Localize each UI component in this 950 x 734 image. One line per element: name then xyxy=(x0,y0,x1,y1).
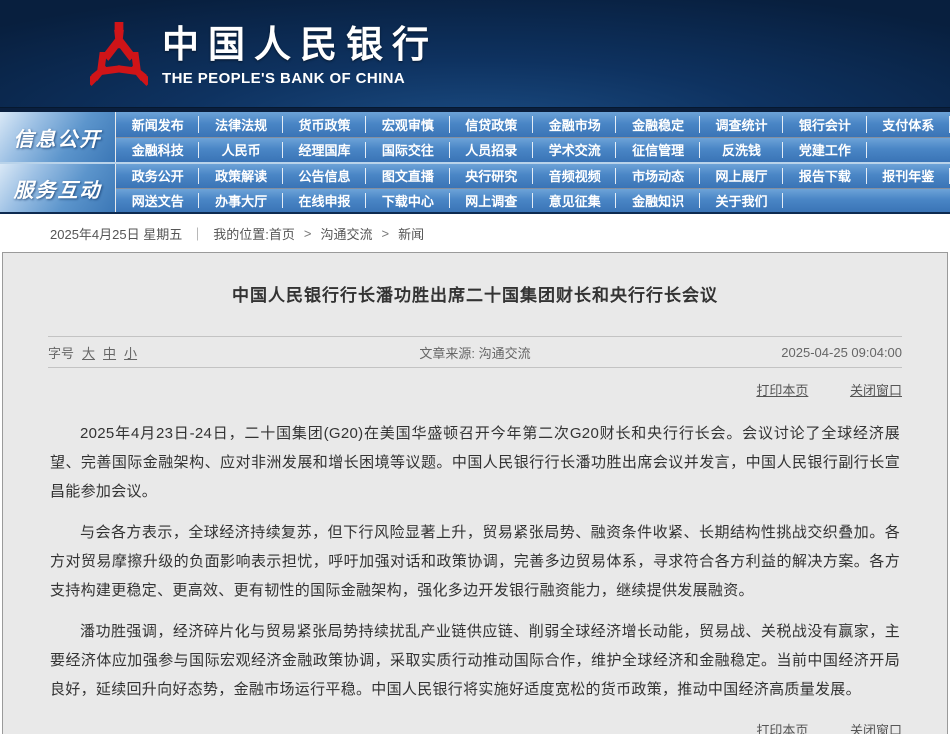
nav-menu-item[interactable]: 人员招录 xyxy=(450,138,533,163)
nav-menu-item[interactable]: 央行研究 xyxy=(450,164,533,188)
divider xyxy=(48,367,902,368)
nav-section-button-info-disclosure[interactable]: 信息公开 xyxy=(0,112,115,162)
nav-menu-item[interactable]: 金融稳定 xyxy=(616,112,699,137)
article-datetime: 2025-04-25 09:04:00 xyxy=(617,345,902,360)
article-source: 文章来源: 沟通交流 xyxy=(333,343,618,362)
nav-menu-item[interactable]: 在线申报 xyxy=(283,189,366,213)
article-body: 2025年4月23日-24日，二十国集团(G20)在美国华盛顿召开今年第二次G2… xyxy=(50,419,900,704)
site-name-en: THE PEOPLE'S BANK OF CHINA xyxy=(162,70,438,87)
nav-menu-item[interactable]: 政策解读 xyxy=(199,164,282,188)
nav-menu-item[interactable]: 网上展厅 xyxy=(700,164,783,188)
nav-menu-item[interactable]: 人民币 xyxy=(199,138,282,163)
breadcrumb-links: 首页 > 沟通交流 > 新闻 xyxy=(269,224,433,243)
nav-menu-item[interactable]: 网送文告 xyxy=(116,189,199,213)
breadcrumb-separator: > xyxy=(304,226,312,241)
nav-menu-item[interactable]: 金融市场 xyxy=(533,112,616,137)
nav-menu-item[interactable]: 金融科技 xyxy=(116,138,199,163)
nav-menu-item[interactable]: 图文直播 xyxy=(366,164,449,188)
article-paragraph: 2025年4月23日-24日，二十国集团(G20)在美国华盛顿召开今年第二次G2… xyxy=(50,419,900,506)
breadcrumb-separator: > xyxy=(382,226,390,241)
nav-menu-empty-cell xyxy=(867,189,950,213)
font-size-option[interactable]: 中 xyxy=(103,343,116,362)
article-card: 中国人民银行行长潘功胜出席二十国集团财长和央行行长会议 字号 大中小 文章来源:… xyxy=(2,252,948,734)
nav-menu-item[interactable]: 报刊年鉴 xyxy=(867,164,950,188)
nav-menu-item[interactable]: 货币政策 xyxy=(283,112,366,137)
page-title: 中国人民银行行长潘功胜出席二十国集团财长和央行行长会议 xyxy=(3,253,947,306)
nav-menu-item[interactable]: 调查统计 xyxy=(700,112,783,137)
nav-menu-item[interactable]: 金融知识 xyxy=(616,189,699,213)
nav-menu-item[interactable]: 经理国库 xyxy=(283,138,366,163)
nav-menu-item[interactable]: 支付体系 xyxy=(867,112,950,137)
nav-menu-item[interactable]: 报告下载 xyxy=(783,164,866,188)
site-name-cn: 中国人民银行 xyxy=(162,25,438,68)
breadcrumb-date: 2025年4月25日 星期五 xyxy=(50,224,182,243)
close-window-link[interactable]: 关闭窗口 xyxy=(850,723,902,734)
nav-menu-item[interactable]: 银行会计 xyxy=(783,112,866,137)
print-page-link[interactable]: 打印本页 xyxy=(756,383,808,398)
print-page-link[interactable]: 打印本页 xyxy=(756,723,808,734)
nav-menu-empty-cell xyxy=(783,189,866,213)
font-size-label: 字号 xyxy=(48,343,74,362)
font-size-links: 大中小 xyxy=(82,343,137,362)
breadcrumb-divider: ｜ xyxy=(191,224,204,243)
font-size-option[interactable]: 大 xyxy=(82,343,95,362)
nav-menu-item[interactable]: 法律法规 xyxy=(199,112,282,137)
nav-menu-item[interactable]: 国际交往 xyxy=(366,138,449,163)
close-window-link[interactable]: 关闭窗口 xyxy=(850,383,902,398)
breadcrumb-link[interactable]: 首页 xyxy=(269,224,295,243)
nav-menu-grid: 政务公开政策解读公告信息图文直播央行研究音频视频市场动态网上展厅报告下载报刊年鉴… xyxy=(115,164,950,212)
nav-section-button-service-interaction[interactable]: 服务互动 xyxy=(0,164,115,212)
article-paragraph: 潘功胜强调，经济碎片化与贸易紧张局势持续扰乱产业链供应链、削弱全球经济增长动能，… xyxy=(50,617,900,704)
nav-menu-item[interactable]: 征信管理 xyxy=(616,138,699,163)
nav-menu-item[interactable]: 新闻发布 xyxy=(116,112,199,137)
nav-menu-grid: 新闻发布法律法规货币政策宏观审慎信贷政策金融市场金融稳定调查统计银行会计支付体系… xyxy=(115,112,950,162)
nav-menu-item[interactable]: 意见征集 xyxy=(533,189,616,213)
nav-menu-item[interactable]: 党建工作 xyxy=(783,138,866,163)
breadcrumb-link[interactable]: 新闻 xyxy=(398,224,424,243)
breadcrumb-link[interactable]: 沟通交流 xyxy=(320,224,372,243)
nav-menu-item[interactable]: 办事大厅 xyxy=(199,189,282,213)
nav-menu-item[interactable]: 音频视频 xyxy=(533,164,616,188)
nav-menu-item[interactable]: 网上调查 xyxy=(450,189,533,213)
site-logo: 中国人民银行 THE PEOPLE'S BANK OF CHINA xyxy=(90,22,438,90)
nav-menu-item[interactable]: 信贷政策 xyxy=(450,112,533,137)
font-size-controls: 字号 大中小 xyxy=(48,343,333,362)
breadcrumb: 2025年4月25日 星期五 ｜ 我的位置: 首页 > 沟通交流 > 新闻 xyxy=(0,214,950,252)
nav-menu-item[interactable]: 反洗钱 xyxy=(700,138,783,163)
article-actions-top: 打印本页 关闭窗口 xyxy=(48,380,902,399)
nav-section-service-interaction: 服务互动 政务公开政策解读公告信息图文直播央行研究音频视频市场动态网上展厅报告下… xyxy=(0,162,950,212)
pboc-logo-icon xyxy=(90,22,148,90)
main-nav: 信息公开 新闻发布法律法规货币政策宏观审慎信贷政策金融市场金融稳定调查统计银行会… xyxy=(0,108,950,214)
nav-menu-item[interactable]: 公告信息 xyxy=(283,164,366,188)
nav-menu-item[interactable]: 市场动态 xyxy=(616,164,699,188)
site-header: 中国人民银行 THE PEOPLE'S BANK OF CHINA xyxy=(0,0,950,108)
nav-section-info-disclosure: 信息公开 新闻发布法律法规货币政策宏观审慎信贷政策金融市场金融稳定调查统计银行会… xyxy=(0,112,950,162)
nav-menu-item[interactable]: 学术交流 xyxy=(533,138,616,163)
nav-menu-item[interactable]: 下载中心 xyxy=(366,189,449,213)
nav-menu-item[interactable]: 宏观审慎 xyxy=(366,112,449,137)
nav-menu-item[interactable]: 关于我们 xyxy=(700,189,783,213)
breadcrumb-location-label: 我的位置: xyxy=(213,224,269,243)
nav-menu-empty-cell xyxy=(867,138,950,163)
font-size-option[interactable]: 小 xyxy=(124,343,137,362)
nav-menu-item[interactable]: 政务公开 xyxy=(116,164,199,188)
article-meta-row: 字号 大中小 文章来源: 沟通交流 2025-04-25 09:04:00 xyxy=(48,337,902,367)
article-paragraph: 与会各方表示，全球经济持续复苏，但下行风险显著上升，贸易紧张局势、融资条件收紧、… xyxy=(50,518,900,605)
article-actions-bottom: 打印本页 关闭窗口 xyxy=(48,720,902,734)
